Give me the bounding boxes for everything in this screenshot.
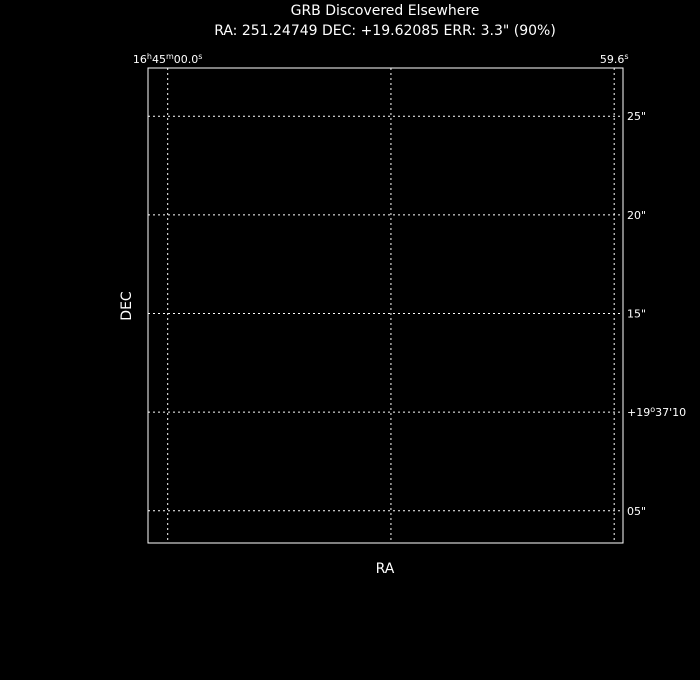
x-axis-label: RA xyxy=(376,561,395,577)
chart-title: GRB Discovered Elsewhere xyxy=(291,3,480,19)
x-tick-label: 16h45m00.0s xyxy=(133,52,203,67)
x-tick-label: 59.6s xyxy=(600,52,629,67)
y-tick-label: 25" xyxy=(627,110,646,123)
x-tick-labels: 16h45m00.0s59.6s59.2s44m58.8s xyxy=(133,52,629,67)
y-axis-label: DEC xyxy=(119,291,135,321)
grid-lines xyxy=(148,68,623,543)
y-tick-label: 05" xyxy=(627,505,646,518)
chart-subtitle: RA: 251.24749 DEC: +19.62085 ERR: 3.3" (… xyxy=(214,23,556,39)
y-tick-labels: 25" 20" 15" +19o37'10 05" xyxy=(627,110,686,518)
plot-frame xyxy=(147,67,624,544)
y-tick-label: 15" xyxy=(627,308,646,321)
finding-chart: GRB Discovered Elsewhere RA: 251.24749 D… xyxy=(119,3,686,577)
y-tick-label: +19o37'10 xyxy=(627,405,686,420)
y-tick-label: 20" xyxy=(627,209,646,222)
